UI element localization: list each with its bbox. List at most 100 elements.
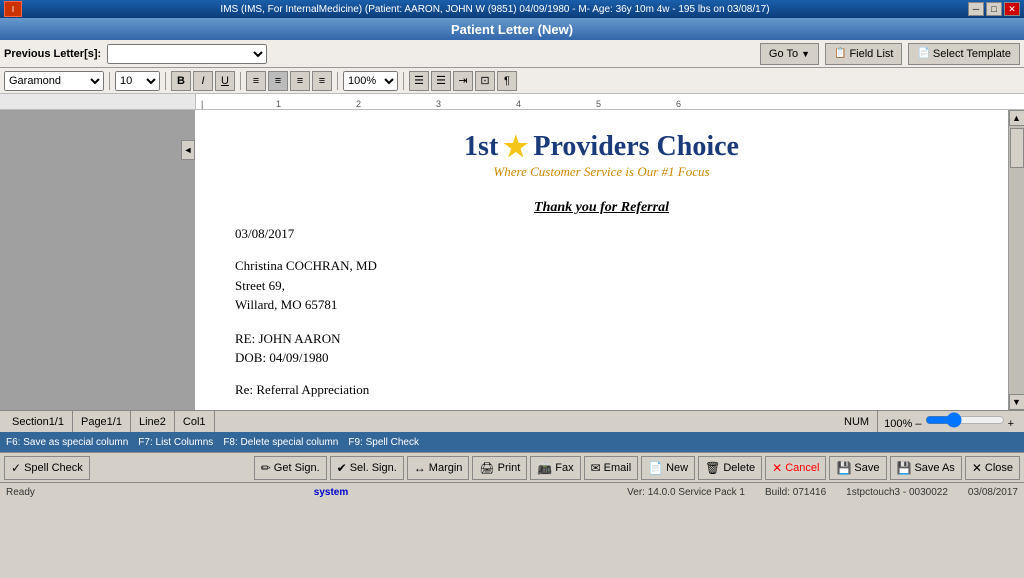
align-center-button[interactable]: ≡ [268, 71, 288, 91]
company-name-pre: 1st [464, 131, 498, 163]
dob-label: DOB: [235, 350, 266, 365]
f9-label: F9: Spell Check [348, 437, 419, 448]
very-bottom-bar: Ready system Ver: 14.0.0 Service Pack 1 … [0, 482, 1024, 502]
scroll-track[interactable] [1009, 126, 1024, 394]
page-status: Page1/1 [73, 411, 131, 432]
title-bar: I IMS (IMS, For InternalMedicine) (Patie… [0, 0, 1024, 18]
bold-button[interactable]: B [171, 71, 191, 91]
re-topic-label: Re: [235, 382, 256, 397]
field-list-button[interactable]: 📋 Field List [825, 43, 902, 65]
cancel-button[interactable]: ✕ Cancel [765, 456, 826, 480]
list-bullet-button[interactable]: ☰ [409, 71, 429, 91]
left-margin: ◄ [0, 110, 195, 410]
f7-label: F7: List Columns [138, 437, 213, 448]
indent-button[interactable]: ⇥ [453, 71, 473, 91]
company-name-post: Providers Choice [533, 131, 739, 163]
scroll-up-button[interactable]: ▲ [1009, 110, 1024, 126]
scrollbar-vertical[interactable]: ▲ ▼ [1008, 110, 1024, 410]
prev-letters-select[interactable] [107, 44, 267, 64]
email-button[interactable]: ✉ Email [584, 456, 639, 480]
dob-line: DOB: 04/09/1980 [235, 348, 968, 368]
underline-button[interactable]: U [215, 71, 235, 91]
italic-button[interactable]: I [193, 71, 213, 91]
list-number-button[interactable]: ☰ [431, 71, 451, 91]
letter-subject: Thank you for Referral [235, 200, 968, 216]
system-label: system [314, 487, 348, 498]
minimize-button[interactable]: ─ [968, 2, 984, 16]
text-wrap-button[interactable]: ⊡ [475, 71, 495, 91]
dob-value: 04/09/1980 [269, 350, 328, 365]
goto-button[interactable]: Go To ▼ [760, 43, 819, 65]
delete-button[interactable]: 🗑 Delete [698, 456, 762, 480]
scroll-thumb[interactable] [1010, 128, 1024, 168]
zoom-status: 100% – + [878, 413, 1020, 430]
instance-text: 1stpctouch3 - 0030022 [846, 487, 948, 498]
close-button[interactable]: ✕ [1004, 2, 1020, 16]
spell-check-button[interactable]: ✓ Spell Check [4, 456, 90, 480]
version-text: Ver: 14.0.0 Service Pack 1 [627, 487, 745, 498]
letter-re-topic: Re: Referral Appreciation [235, 382, 968, 398]
letter-paper[interactable]: 1st ★ Providers Choice Where Customer Se… [195, 110, 1008, 410]
close-button[interactable]: ✕ Close [965, 456, 1020, 480]
re-topic: Referral Appreciation [256, 382, 369, 397]
ruler-inner: | 1 2 3 4 5 6 [195, 94, 1024, 109]
editor-area: ◄ 1st ★ Providers Choice Where Customer … [0, 110, 1024, 410]
zoom-select[interactable]: 100% [343, 71, 398, 91]
num-status: NUM [836, 411, 878, 432]
prev-letters-label: Previous Letter[s]: [4, 48, 101, 60]
separator-5 [403, 72, 404, 90]
re-patient: JOHN AARON [258, 331, 340, 346]
company-name: 1st ★ Providers Choice [235, 130, 968, 164]
font-select[interactable]: Garamond [4, 71, 104, 91]
font-size-select[interactable]: 10 [115, 71, 160, 91]
app-icon: I [4, 1, 22, 17]
title-bar-text: IMS (IMS, For InternalMedicine) (Patient… [22, 4, 968, 15]
version-info: Ver: 14.0.0 Service Pack 1 Build: 071416… [627, 487, 1018, 498]
fax-button[interactable]: 📠 Fax [530, 456, 580, 480]
window-controls: ─ □ ✕ [968, 2, 1020, 16]
section-status: Section1/1 [4, 411, 73, 432]
recipient-street: Street 69, [235, 276, 968, 296]
paragraph-button[interactable]: ¶ [497, 71, 517, 91]
separator-4 [337, 72, 338, 90]
f6-label: F6: Save as special column [6, 437, 128, 448]
restore-button[interactable]: □ [986, 2, 1002, 16]
line-status: Line2 [131, 411, 175, 432]
get-sign-button[interactable]: ✏ Get Sign. [254, 456, 327, 480]
separator-2 [165, 72, 166, 90]
re-patient-line: RE: JOHN AARON [235, 329, 968, 349]
new-button[interactable]: 📄 New [641, 456, 695, 480]
separator-3 [240, 72, 241, 90]
letter-header: 1st ★ Providers Choice Where Customer Se… [235, 130, 968, 180]
status-bar: Section1/1 Page1/1 Line2 Col1 NUM 100% –… [0, 410, 1024, 432]
scroll-down-button[interactable]: ▼ [1009, 394, 1024, 410]
f8-label: F8: Delete special column [223, 437, 338, 448]
toolbar-1: Previous Letter[s]: Go To ▼ 📋 Field List… [0, 40, 1024, 68]
col-status: Col1 [175, 411, 215, 432]
toolbar-2: Garamond 10 B I U ≡ ≡ ≡ ≡ 100% ☰ ☰ ⇥ ⊡ ¶ [0, 68, 1024, 94]
save-button[interactable]: 💾 Save [829, 456, 886, 480]
ruler: | 1 2 3 4 5 6 [0, 94, 1024, 110]
align-justify-button[interactable]: ≡ [312, 71, 332, 91]
select-template-button[interactable]: 📄 Select Template [908, 43, 1020, 65]
margin-button[interactable]: ↔ Margin [407, 456, 470, 480]
recipient-city: Willard, MO 65781 [235, 295, 968, 315]
letter-title-text: Patient Letter (New) [451, 22, 573, 37]
re-label: RE: [235, 331, 255, 346]
build-text: Build: 071416 [765, 487, 826, 498]
letter-address: Christina COCHRAN, MD Street 69, Willard… [235, 256, 968, 315]
date-text: 03/08/2017 [968, 487, 1018, 498]
save-as-button[interactable]: 💾 Save As [890, 456, 962, 480]
zoom-slider[interactable] [925, 413, 1005, 427]
align-right-button[interactable]: ≡ [290, 71, 310, 91]
recipient-name: Christina COCHRAN, MD [235, 256, 968, 276]
separator-1 [109, 72, 110, 90]
function-key-bar: F6: Save as special column F7: List Colu… [0, 432, 1024, 452]
print-button[interactable]: 🖨 Print [472, 456, 527, 480]
sel-sign-button[interactable]: ✔ Sel. Sign. [330, 456, 404, 480]
company-tagline: Where Customer Service is Our #1 Focus [235, 164, 968, 180]
bottom-toolbar: ✓ Spell Check ✏ Get Sign. ✔ Sel. Sign. ↔… [0, 452, 1024, 482]
align-left-button[interactable]: ≡ [246, 71, 266, 91]
side-tab[interactable]: ◄ [181, 140, 195, 160]
letter-re: RE: JOHN AARON DOB: 04/09/1980 [235, 329, 968, 368]
